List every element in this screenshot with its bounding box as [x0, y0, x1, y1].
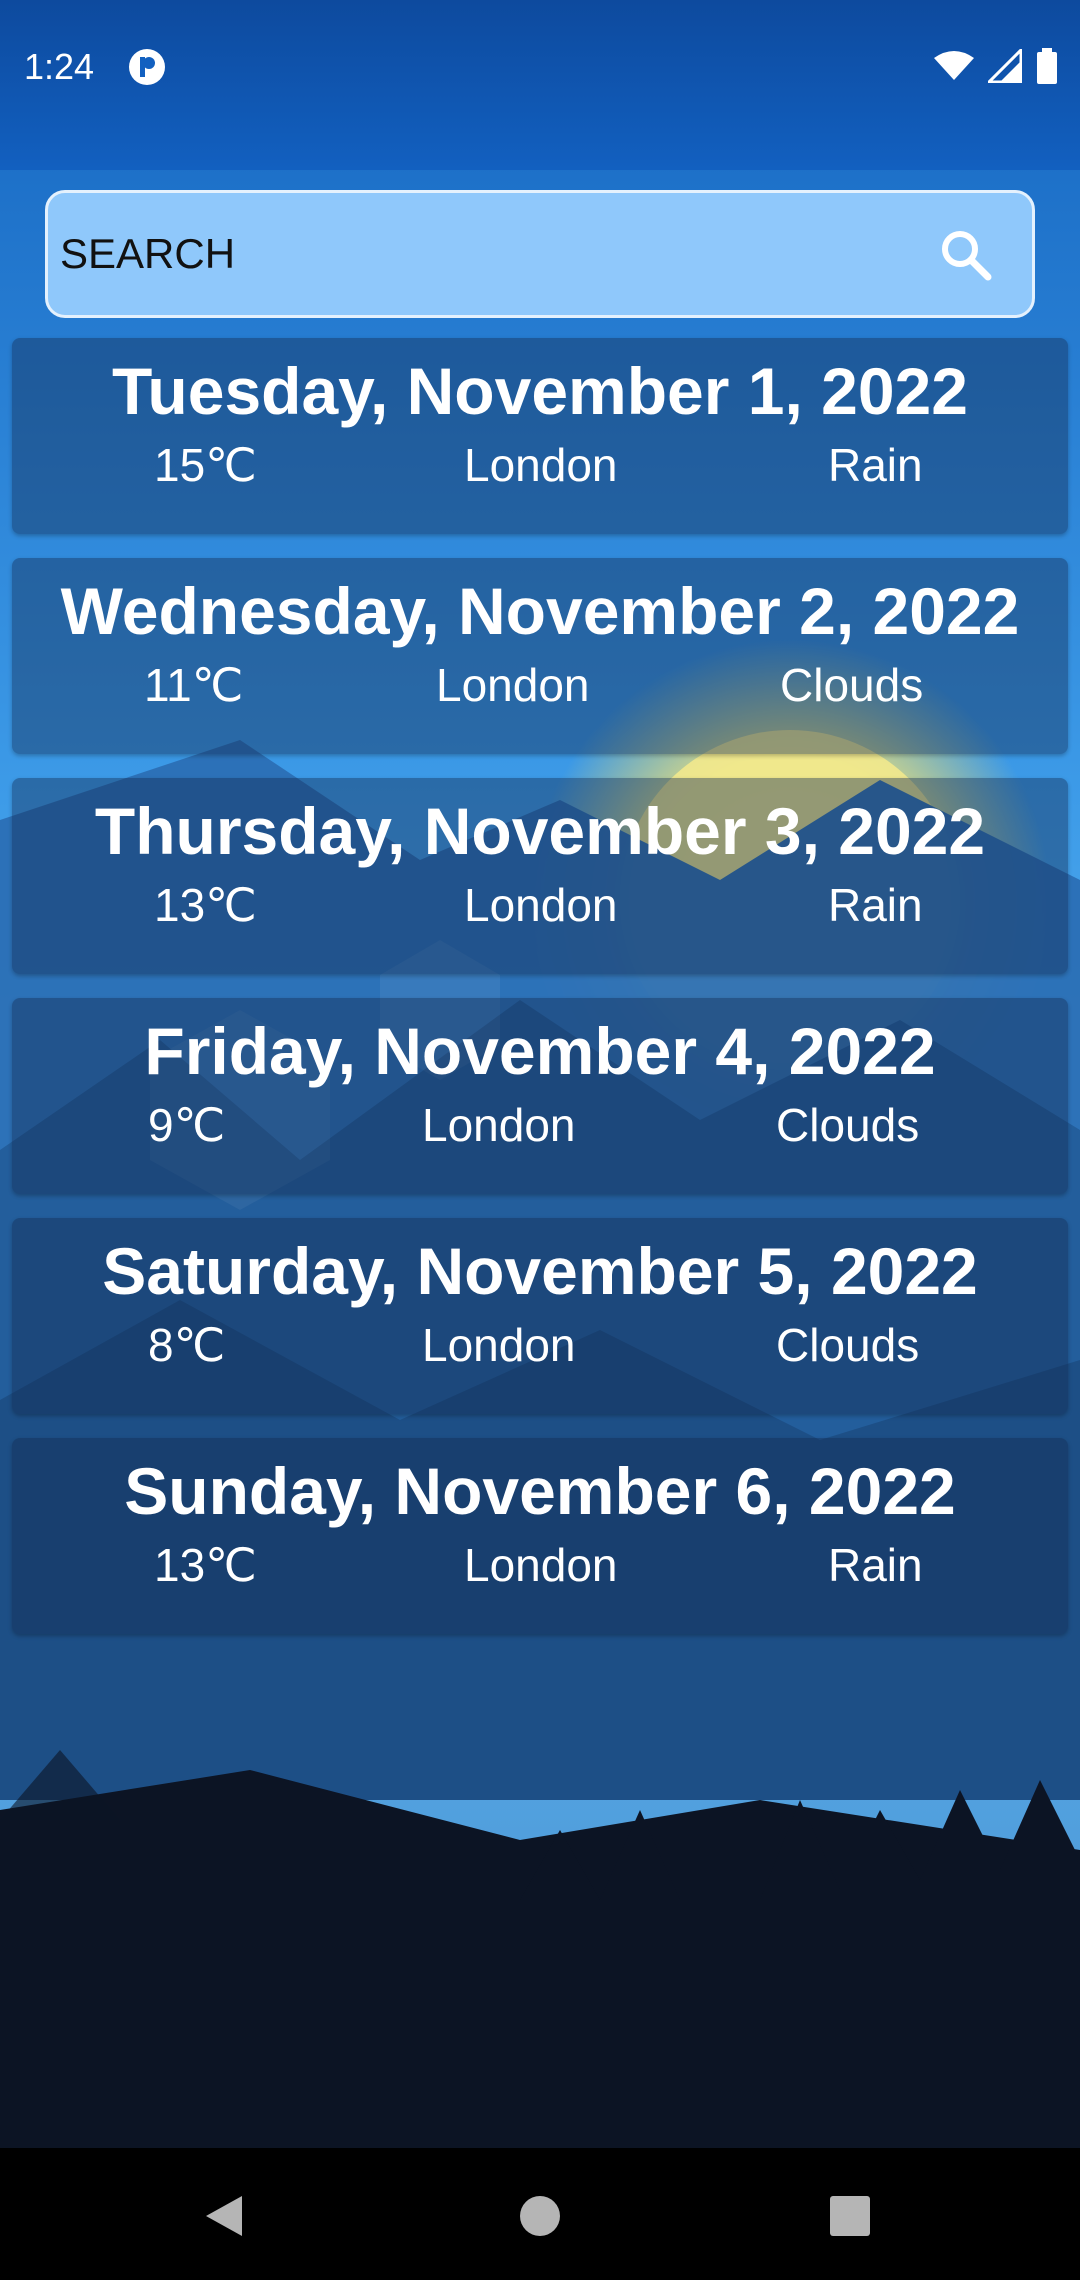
app-notification-icon [129, 49, 165, 85]
forecast-city: London [422, 1319, 576, 1371]
forecast-card[interactable]: Sunday, November 6, 2022 13℃ London Rain [12, 1438, 1068, 1634]
forecast-city: London [436, 659, 590, 711]
forecast-condition: Clouds [776, 1319, 920, 1371]
forecast-date: Friday, November 4, 2022 [144, 1014, 936, 1088]
wifi-icon [934, 51, 974, 80]
forecast-date: Thursday, November 3, 2022 [94, 794, 986, 868]
forecast-temperature: 15℃ [154, 439, 257, 491]
search-icon[interactable] [938, 227, 994, 283]
forecast-temperature: 11℃ [144, 659, 244, 711]
recents-icon[interactable] [822, 2188, 878, 2244]
forecast-city: London [464, 879, 618, 931]
back-icon[interactable] [196, 2188, 252, 2244]
search-bar [45, 190, 1035, 318]
forecast-card[interactable]: Thursday, November 3, 2022 13℃ London Ra… [12, 778, 1068, 974]
forecast-details: 8℃ London Clouds [12, 1322, 1068, 1382]
forecast-date: Sunday, November 6, 2022 [124, 1454, 956, 1528]
battery-icon [1037, 48, 1057, 84]
status-bar: 1:24 [0, 0, 1080, 170]
forecast-details: 13℃ London Rain [12, 882, 1068, 942]
forecast-condition: Rain [828, 439, 923, 491]
forecast-date: Wednesday, November 2, 2022 [60, 574, 1020, 648]
forecast-temperature: 8℃ [148, 1319, 226, 1371]
forecast-details: 11℃ London Clouds [12, 662, 1068, 722]
forecast-card[interactable]: Saturday, November 5, 2022 8℃ London Clo… [12, 1218, 1068, 1414]
forecast-details: 15℃ London Rain [12, 442, 1068, 502]
navigation-bar [0, 2148, 1080, 2280]
forecast-temperature: 13℃ [154, 1539, 257, 1591]
forecast-card[interactable]: Tuesday, November 1, 2022 15℃ London Rai… [12, 338, 1068, 534]
forecast-card[interactable]: Wednesday, November 2, 2022 11℃ London C… [12, 558, 1068, 754]
forecast-city: London [464, 439, 618, 491]
cellular-signal-icon [988, 49, 1022, 83]
forecast-condition: Clouds [776, 1099, 920, 1151]
forecast-date: Tuesday, November 1, 2022 [112, 354, 968, 428]
status-icons [934, 46, 1058, 86]
forecast-temperature: 13℃ [154, 879, 257, 931]
forecast-list: Tuesday, November 1, 2022 15℃ London Rai… [12, 338, 1068, 1658]
forecast-condition: Clouds [780, 659, 924, 711]
search-input[interactable] [48, 230, 928, 278]
forecast-city: London [422, 1099, 576, 1151]
forecast-details: 13℃ London Rain [12, 1542, 1068, 1602]
home-icon[interactable] [512, 2188, 568, 2244]
forecast-condition: Rain [828, 879, 923, 931]
forecast-card[interactable]: Friday, November 4, 2022 9℃ London Cloud… [12, 998, 1068, 1194]
forecast-temperature: 9℃ [148, 1099, 226, 1151]
forecast-details: 9℃ London Clouds [12, 1102, 1068, 1162]
forecast-condition: Rain [828, 1539, 923, 1591]
status-time: 1:24 [24, 46, 95, 87]
forecast-city: London [464, 1539, 618, 1591]
forecast-date: Saturday, November 5, 2022 [102, 1234, 978, 1308]
